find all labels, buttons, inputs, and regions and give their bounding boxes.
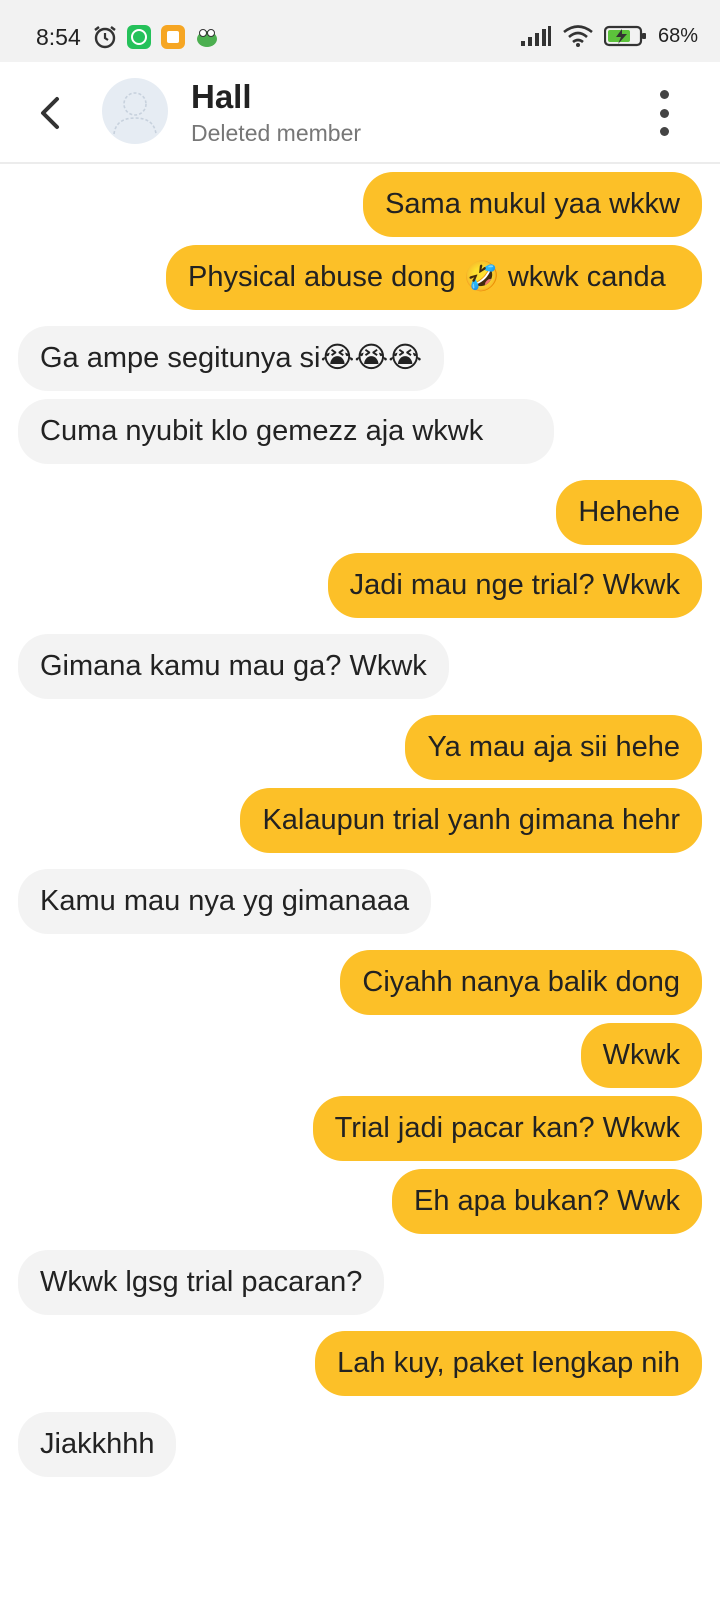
message-incoming: Gimana kamu mau ga? Wkwk xyxy=(18,634,702,699)
avatar[interactable] xyxy=(102,78,168,144)
message-bubble[interactable]: Ciyahh nanya balik dong xyxy=(340,950,702,1015)
contact-status: Deleted member xyxy=(191,120,362,146)
signal-icon xyxy=(520,26,551,46)
message-outgoing: Eh apa bukan? Wwk xyxy=(18,1169,702,1234)
chat-header: Hall Deleted member xyxy=(0,62,720,164)
message-incoming: Ga ampe segitunya si😭😭😭 xyxy=(18,326,702,391)
message-bubble[interactable]: Jadi mau nge trial? Wkwk xyxy=(327,553,702,618)
message-bubble[interactable]: Cuma nyubit klo gemezz aja wkwk xyxy=(18,399,554,464)
message-outgoing: Wkwk xyxy=(18,1023,702,1088)
more-dot-icon xyxy=(659,127,669,136)
message-incoming: Jiakkhhh xyxy=(18,1412,702,1477)
message-list[interactable]: Sama mukul yaa wkkw Physical abuse dong … xyxy=(0,166,720,1600)
message-bubble[interactable]: Hehehe xyxy=(556,480,702,545)
more-dot-icon xyxy=(659,108,669,118)
wifi-icon xyxy=(563,25,593,47)
battery-percentage: 68% xyxy=(657,24,698,47)
message-bubble[interactable]: Lah kuy, paket lengkap nih xyxy=(315,1331,702,1396)
message-outgoing: Ya mau aja sii hehe xyxy=(18,715,702,780)
contact-name[interactable]: Hall xyxy=(191,78,252,116)
user-placeholder-icon xyxy=(113,92,157,135)
message-outgoing: Hehehe xyxy=(18,480,702,545)
message-bubble[interactable]: Ga ampe segitunya si😭😭😭 xyxy=(18,326,445,391)
status-bar: 8:54 68% xyxy=(0,0,720,62)
message-incoming: Cuma nyubit klo gemezz aja wkwk xyxy=(18,399,702,464)
message-bubble[interactable]: Wkwk xyxy=(580,1023,702,1088)
status-icons-right: 68% xyxy=(520,24,698,48)
message-outgoing: Lah kuy, paket lengkap nih xyxy=(18,1331,702,1396)
message-bubble[interactable]: Wkwk lgsg trial pacaran? xyxy=(18,1250,385,1315)
frog-app-icon xyxy=(197,29,217,47)
message-bubble[interactable]: Physical abuse dong 🤣 wkwk canda xyxy=(166,245,702,310)
message-incoming: Wkwk lgsg trial pacaran? xyxy=(18,1250,702,1315)
more-dot-icon xyxy=(659,90,669,99)
whatsapp-icon xyxy=(127,25,151,49)
message-bubble[interactable]: Jiakkhhh xyxy=(18,1412,177,1477)
message-outgoing: Kalaupun trial yanh gimana hehr xyxy=(18,788,702,853)
chevron-left-icon xyxy=(41,97,59,129)
message-bubble[interactable]: Gimana kamu mau ga? Wkwk xyxy=(18,634,449,699)
message-outgoing: Sama mukul yaa wkkw xyxy=(18,172,702,237)
message-bubble[interactable]: Eh apa bukan? Wwk xyxy=(392,1169,702,1234)
message-outgoing: Trial jadi pacar kan? Wkwk xyxy=(18,1096,702,1161)
alarm-icon xyxy=(94,26,116,49)
message-outgoing: Ciyahh nanya balik dong xyxy=(18,950,702,1015)
battery-icon xyxy=(603,25,646,47)
message-bubble[interactable]: Kamu mau nya yg gimanaaa xyxy=(18,869,432,934)
more-options-button[interactable] xyxy=(652,90,676,136)
message-incoming: Kamu mau nya yg gimanaaa xyxy=(18,869,702,934)
message-bubble[interactable]: Sama mukul yaa wkkw xyxy=(363,172,702,237)
status-icons-left xyxy=(92,24,220,50)
message-bubble[interactable]: Ya mau aja sii hehe xyxy=(405,715,702,780)
message-outgoing: Jadi mau nge trial? Wkwk xyxy=(18,553,702,618)
message-bubble[interactable]: Kalaupun trial yanh gimana hehr xyxy=(240,788,702,853)
back-button[interactable] xyxy=(30,88,70,138)
notes-app-icon xyxy=(161,25,185,49)
status-time: 8:54 xyxy=(36,24,81,50)
message-outgoing: Physical abuse dong 🤣 wkwk canda xyxy=(18,245,702,310)
message-bubble[interactable]: Trial jadi pacar kan? Wkwk xyxy=(312,1096,702,1161)
